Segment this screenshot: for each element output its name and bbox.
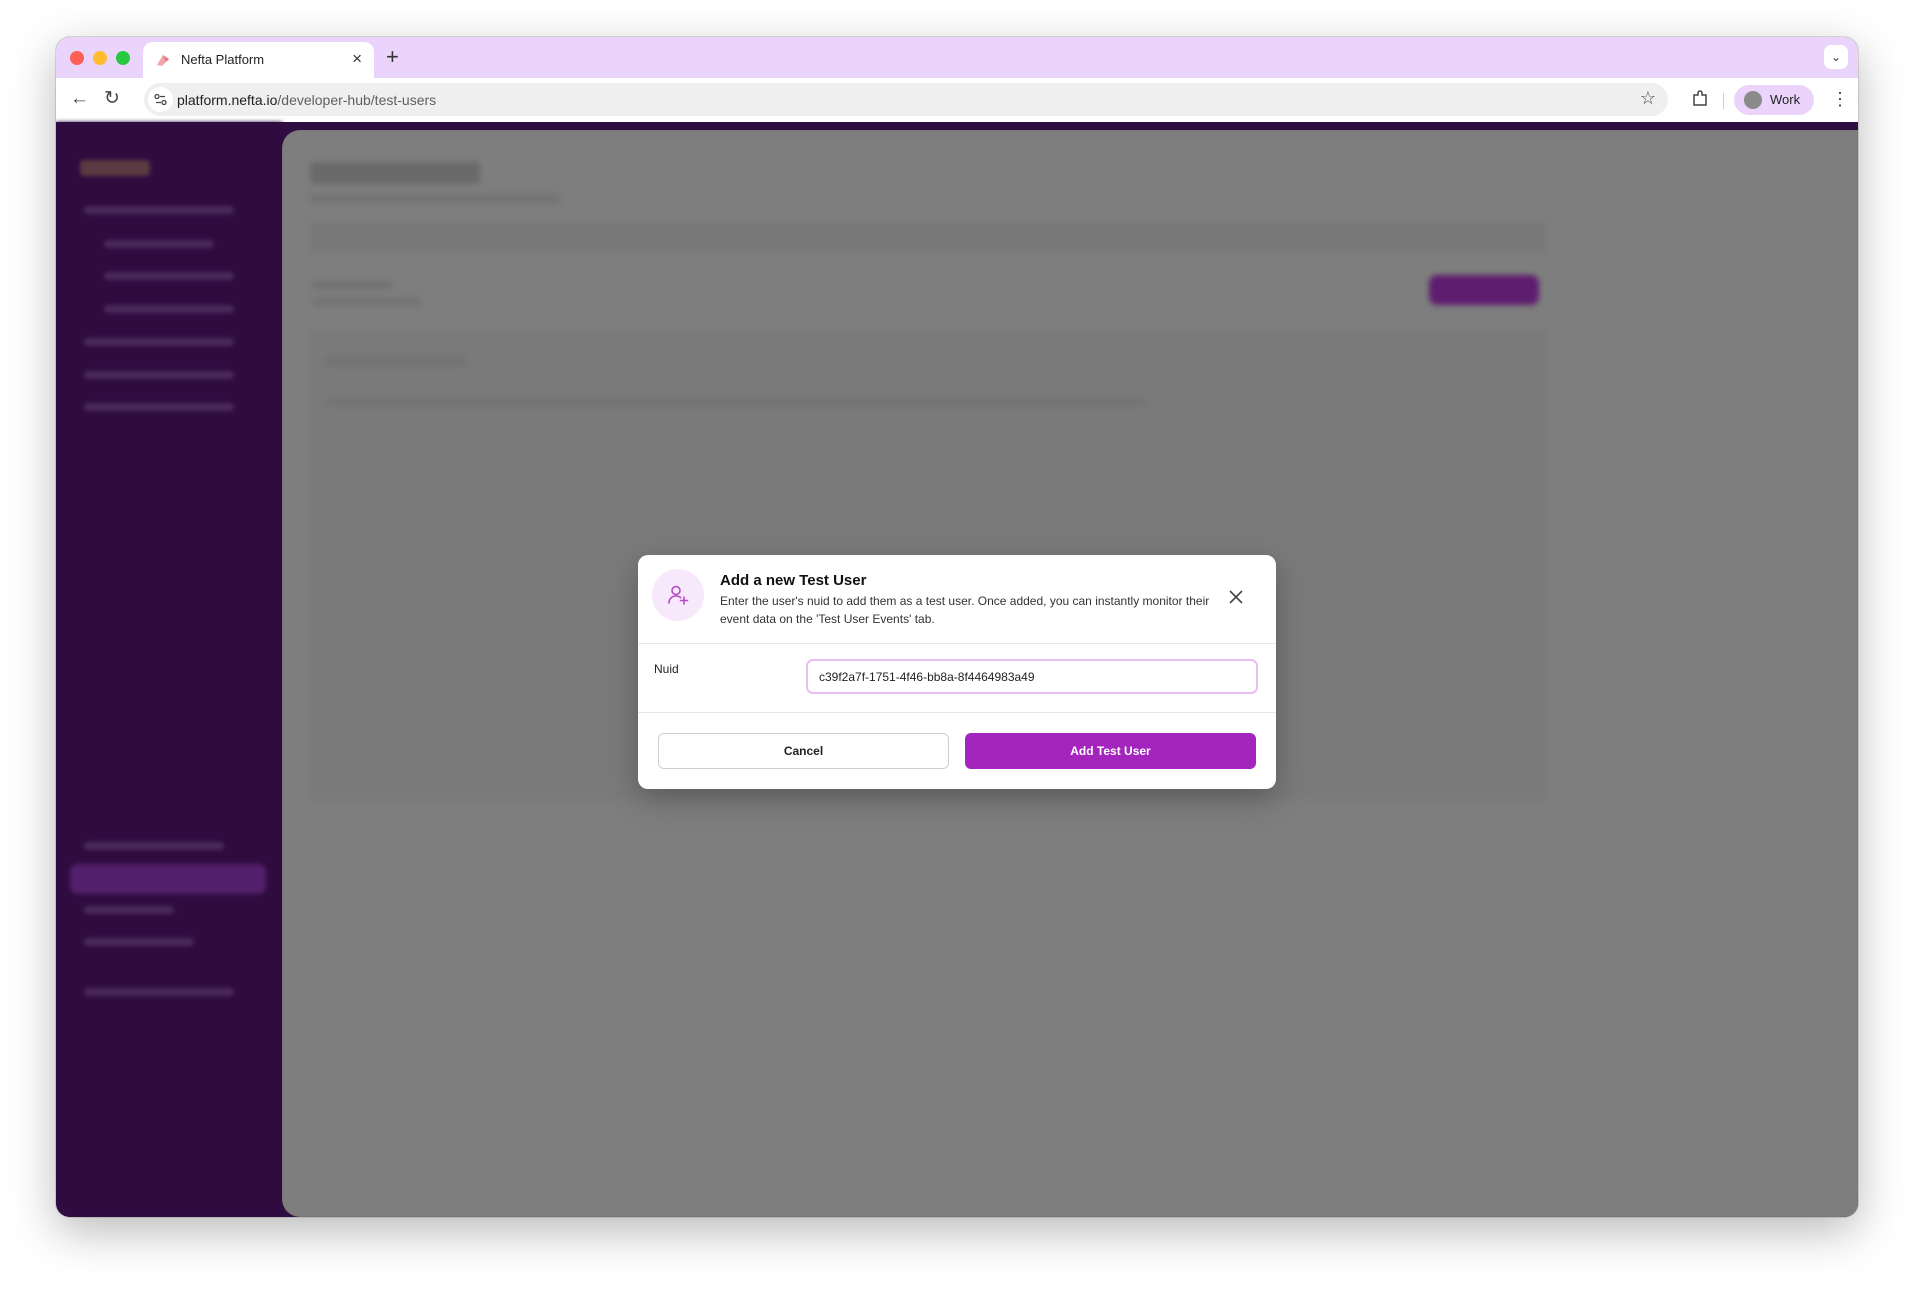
sidebar-item-placeholder: [84, 988, 234, 996]
section-subtitle-placeholder: [312, 298, 422, 306]
nuid-label: Nuid: [654, 662, 679, 676]
add-test-user-dialog: Add a new Test User Enter the user's nui…: [638, 555, 1276, 789]
close-tab-icon[interactable]: ×: [352, 49, 362, 69]
url-path: /developer-hub/test-users: [277, 92, 437, 108]
profile-label: Work: [1770, 92, 1801, 107]
browser-tab-active[interactable]: Nefta Platform ×: [143, 42, 374, 78]
sidebar-item-placeholder: [104, 272, 234, 280]
tab-title: Nefta Platform: [181, 52, 265, 67]
sidebar-item-placeholder: [84, 338, 234, 346]
sidebar-logo-placeholder: [80, 160, 150, 176]
sidebar-item-placeholder: [84, 906, 174, 914]
profile-avatar: [1744, 91, 1762, 109]
sidebar-item-placeholder: [84, 206, 234, 214]
profile-button[interactable]: Work: [1734, 85, 1814, 115]
table-title-placeholder: [326, 356, 466, 366]
dialog-title: Add a new Test User: [720, 572, 867, 589]
user-plus-icon: [668, 585, 689, 605]
sidebar-item-placeholder: [84, 842, 224, 850]
reload-icon[interactable]: ↻: [104, 87, 120, 111]
bookmark-star-icon[interactable]: ☆: [1640, 88, 1656, 109]
address-bar[interactable]: platform.nefta.io/developer-hub/test-use…: [144, 83, 1668, 116]
back-arrow-icon[interactable]: ←: [70, 87, 89, 111]
extensions-puzzle-icon[interactable]: [1690, 89, 1710, 109]
browser-toolbar: ← ↻ platform.nefta.io/developer-hub/test…: [56, 78, 1858, 122]
sidebar-item-placeholder: [84, 403, 234, 411]
section-title-placeholder: [312, 280, 392, 290]
sidebar-item-placeholder: [84, 938, 194, 946]
tab-strip: Nefta Platform × + ⌄: [56, 37, 1858, 78]
tab-search-chevron-icon[interactable]: ⌄: [1824, 45, 1848, 69]
cancel-button[interactable]: Cancel: [658, 733, 949, 769]
address-url[interactable]: platform.nefta.io/developer-hub/test-use…: [177, 92, 436, 108]
maximize-window-button[interactable]: [116, 51, 130, 65]
site-settings-icon[interactable]: [148, 87, 173, 112]
close-dialog-icon[interactable]: [1228, 589, 1244, 605]
dialog-divider: [638, 712, 1276, 713]
table-header-placeholder: [326, 398, 1146, 406]
sidebar-item-placeholder: [84, 371, 234, 379]
add-test-user-button[interactable]: Add Test User: [965, 733, 1256, 769]
primary-button-placeholder: [1429, 275, 1539, 305]
sidebar-item-placeholder: [104, 305, 234, 313]
heading-placeholder: [310, 162, 480, 184]
nuid-input[interactable]: [806, 659, 1258, 694]
minimize-window-button[interactable]: [93, 51, 107, 65]
url-host: platform.nefta.io: [177, 92, 278, 108]
dialog-description: Enter the user's nuid to add them as a t…: [720, 594, 1210, 626]
close-window-button[interactable]: [70, 51, 84, 65]
dialog-divider: [638, 643, 1276, 644]
browser-menu-icon[interactable]: ⋮: [1831, 88, 1849, 110]
toolbar-separator: [1723, 93, 1724, 109]
nefta-favicon-icon: [157, 55, 169, 66]
dialog-icon-badge: [652, 569, 704, 621]
subheading-placeholder: [310, 194, 560, 203]
new-tab-button[interactable]: +: [386, 43, 399, 71]
sidebar-item-placeholder: [104, 240, 214, 248]
sidebar-blurred: [56, 122, 282, 1217]
tabs-placeholder: [310, 222, 1546, 252]
sidebar-item-active-placeholder: [70, 864, 266, 894]
